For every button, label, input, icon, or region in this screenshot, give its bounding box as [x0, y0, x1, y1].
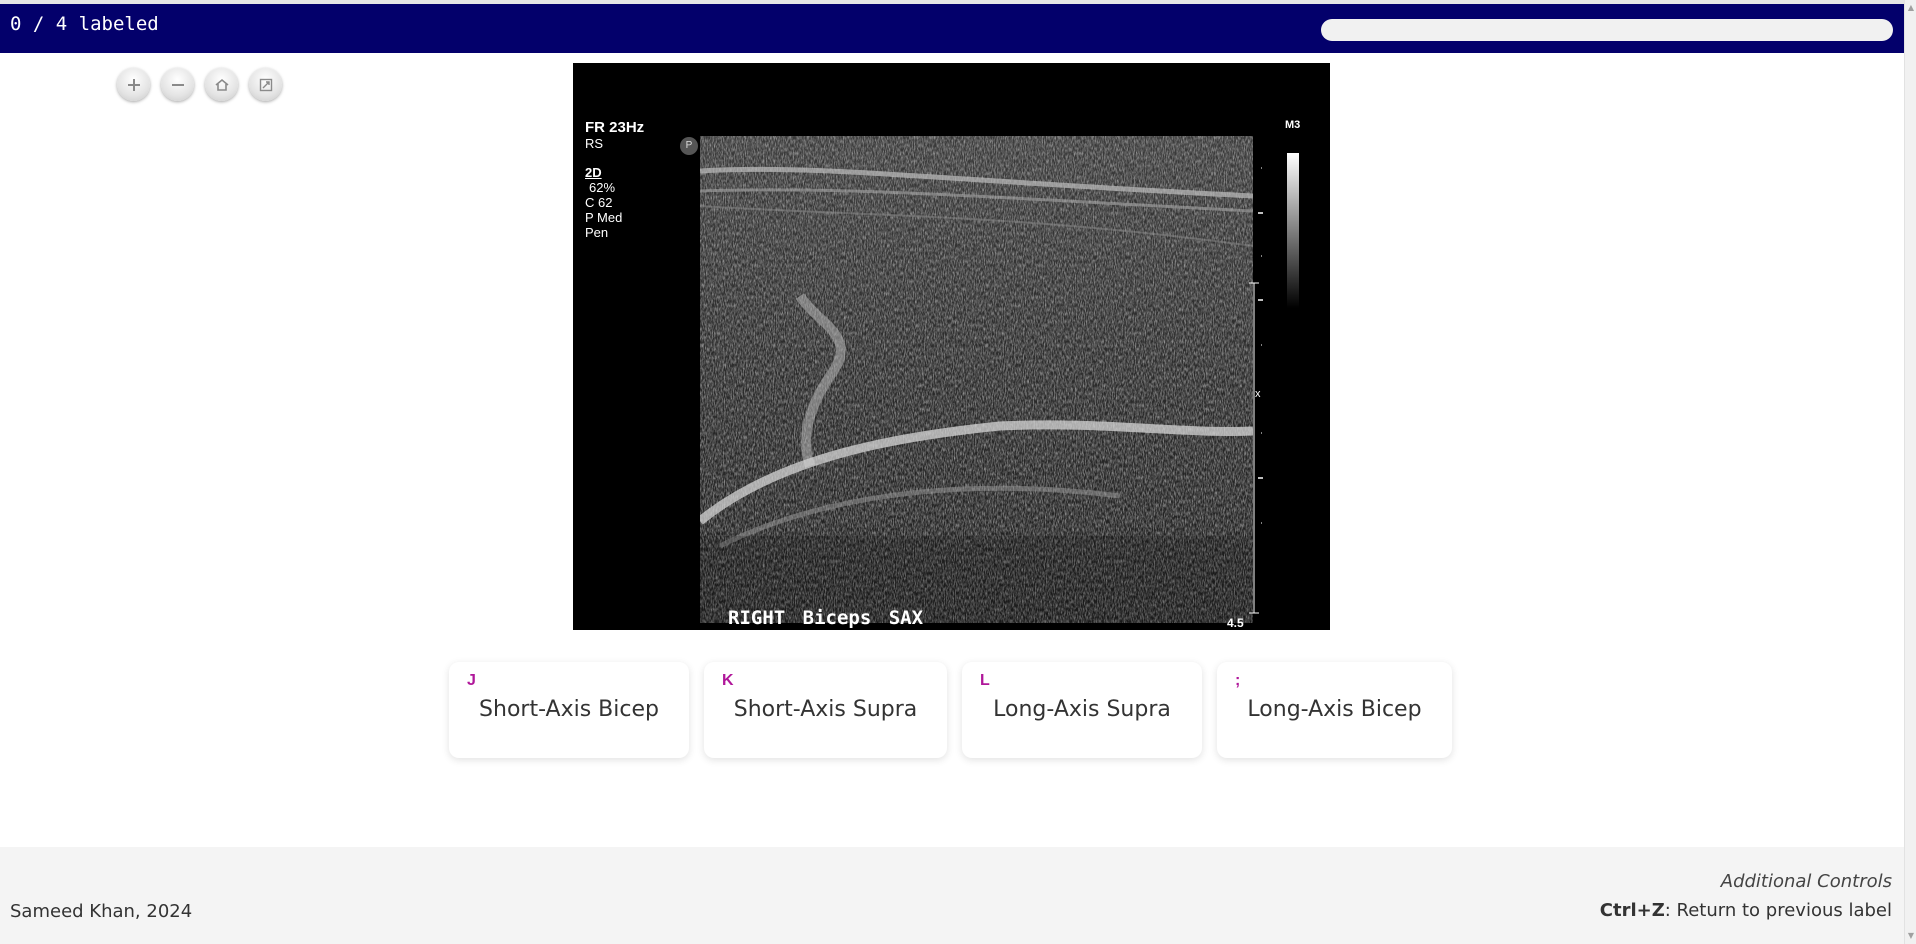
author-credit: Sameed Khan, 2024: [10, 901, 193, 922]
label-option-short-axis-supra[interactable]: K Short-Axis Supra: [704, 662, 947, 758]
shortcut-key: K: [722, 672, 734, 689]
label-option-text: Short-Axis Supra: [733, 697, 918, 722]
image-caption: RIGHT Biceps SAX: [728, 607, 924, 629]
zoom-in-button[interactable]: [117, 68, 150, 101]
shortcut-key: J: [467, 672, 476, 689]
home-icon: [214, 78, 229, 91]
vertical-scrollbar[interactable]: ▲ ▼: [1904, 0, 1916, 944]
label-option-long-axis-bicep[interactable]: ; Long-Axis Bicep: [1217, 662, 1452, 758]
rs-text: RS: [585, 136, 604, 151]
undo-shortcut-description: : Return to previous label: [1664, 900, 1892, 921]
page-footer: Sameed Khan, 2024 Additional Controls Ct…: [0, 847, 1904, 944]
svg-text:x: x: [1255, 388, 1261, 400]
zoom-out-button[interactable]: [161, 68, 194, 101]
label-option-short-axis-bicep[interactable]: J Short-Axis Bicep: [449, 662, 689, 758]
depth-value: 4.5: [1227, 616, 1244, 630]
gain-text: 62%: [589, 180, 616, 195]
progress-label: 0 / 4 labeled: [10, 13, 159, 35]
shortcut-key: ;: [1235, 672, 1241, 689]
progress-bar: [1321, 19, 1893, 41]
ultrasound-viewer[interactable]: FR 23Hz RS 2D 62% C 62 P Med Pen P M3 x …: [573, 63, 1330, 630]
progress-header: 0 / 4 labeled: [0, 4, 1904, 53]
label-options: J Short-Axis Bicep K Short-Axis Supra L …: [449, 662, 1452, 758]
label-option-text: Long-Axis Supra: [993, 697, 1171, 722]
scroll-down-arrow[interactable]: ▼: [1906, 930, 1916, 942]
controls-title: Additional Controls: [1720, 871, 1892, 892]
additional-controls: Additional Controls Ctrl+Z: Return to pr…: [1600, 871, 1892, 921]
c-value-text: C 62: [585, 195, 613, 210]
shortcut-key: L: [980, 672, 990, 689]
p-value-text: P Med: [585, 210, 623, 225]
label-option-long-axis-supra[interactable]: L Long-Axis Supra: [962, 662, 1202, 758]
label-option-text: Short-Axis Bicep: [479, 697, 659, 722]
frame-rate-text: FR 23Hz: [585, 119, 645, 136]
label-option-text: Long-Axis Bicep: [1247, 697, 1422, 722]
viewer-toolbar: [117, 68, 282, 101]
depth-scale: x: [1249, 167, 1263, 614]
ultrasound-image: [700, 136, 1253, 623]
plus-icon: [127, 78, 140, 91]
grayscale-bar: [1287, 153, 1299, 308]
pen-text: Pen: [585, 225, 609, 240]
home-button[interactable]: [205, 68, 238, 101]
fullscreen-button[interactable]: [249, 68, 282, 101]
undo-shortcut-key: Ctrl+Z: [1599, 900, 1665, 921]
mode-text: 2D: [585, 165, 602, 180]
fullscreen-icon: [259, 78, 272, 91]
color-map-label: M3: [1285, 119, 1301, 131]
probe-orientation-marker: P: [680, 137, 698, 155]
scroll-up-arrow[interactable]: ▲: [1906, 2, 1916, 14]
controls-undo-line: Ctrl+Z: Return to previous label: [1600, 900, 1892, 921]
minus-icon: [171, 83, 184, 86]
